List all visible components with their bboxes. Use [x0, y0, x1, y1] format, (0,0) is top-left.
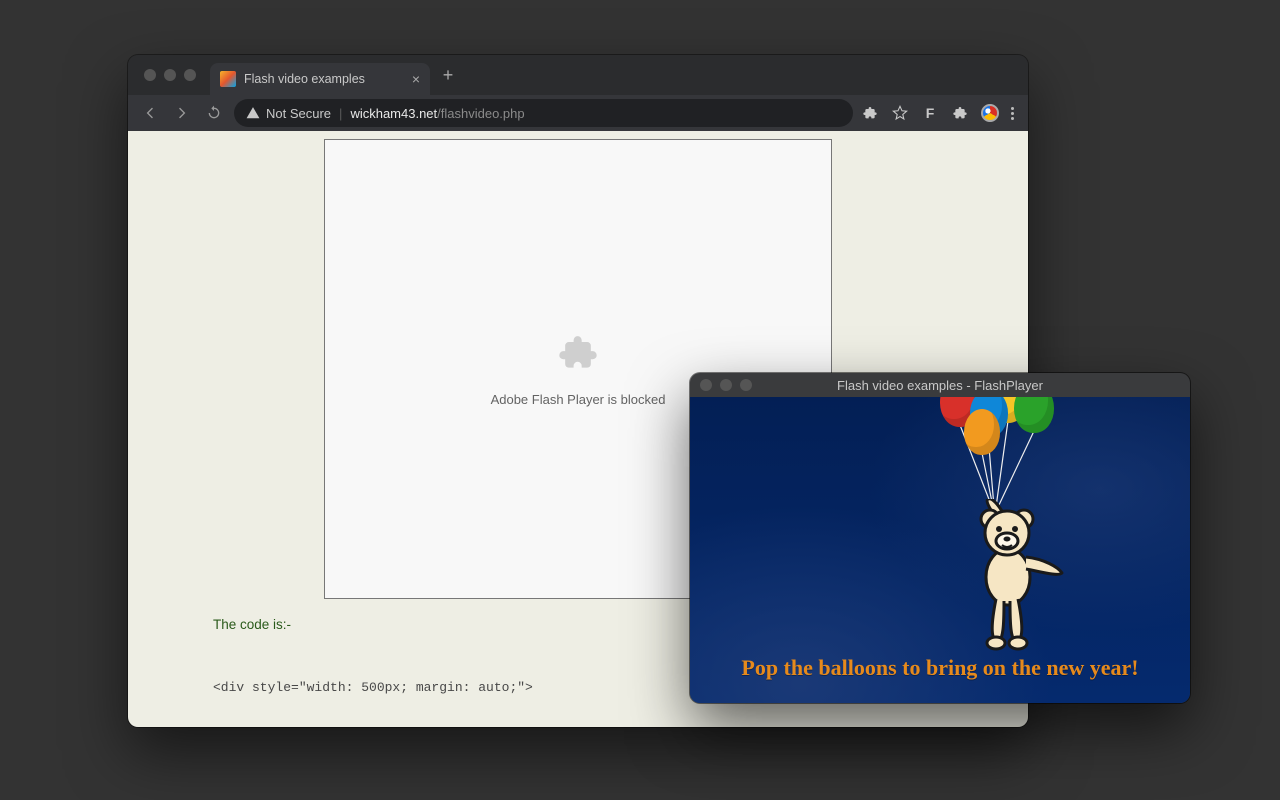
url-domain: wickham43.net: [350, 106, 437, 121]
zoom-window-icon[interactable]: [184, 69, 196, 81]
bear-icon: [960, 499, 1070, 659]
flashplayer-title: Flash video examples - FlashPlayer: [690, 378, 1190, 393]
flash-blocked-text: Adobe Flash Player is blocked: [491, 392, 666, 407]
arrow-left-icon: [142, 105, 158, 121]
balloon-bear-scene: [922, 397, 1082, 687]
code-line: <div style="width: 500px; margin: auto;"…: [213, 679, 689, 696]
extension-puzzle-icon[interactable]: [861, 104, 879, 122]
tab-close-icon[interactable]: ×: [412, 71, 420, 87]
plugin-puzzle-icon: [556, 331, 600, 378]
minimize-window-icon[interactable]: [720, 379, 732, 391]
balloon-orange-icon[interactable]: [964, 409, 1000, 455]
code-block: <div style="width: 500px; margin: auto;"…: [213, 645, 689, 727]
close-window-icon[interactable]: [144, 69, 156, 81]
extension-f-icon[interactable]: F: [921, 104, 939, 122]
url-path: /flashvideo.php: [437, 106, 524, 121]
extension-icons: F: [861, 104, 1018, 122]
separator: |: [339, 106, 342, 121]
forward-button[interactable]: [170, 101, 194, 125]
flashplayer-window: Flash video examples - FlashPlayer: [690, 373, 1190, 703]
security-text: Not Secure: [266, 106, 331, 121]
toolbar: Not Secure | wickham43.net/flashvideo.ph…: [128, 95, 1028, 131]
window-controls[interactable]: [700, 379, 752, 391]
tab-favicon-icon: [220, 71, 236, 87]
bookmark-star-icon[interactable]: [891, 104, 909, 122]
new-tab-button[interactable]: +: [434, 61, 462, 89]
tabstrip: Flash video examples × +: [128, 55, 1028, 95]
arrow-right-icon: [174, 105, 190, 121]
browser-tab[interactable]: Flash video examples ×: [210, 63, 430, 95]
minimize-window-icon[interactable]: [164, 69, 176, 81]
warning-icon: [246, 106, 260, 120]
address-bar[interactable]: Not Secure | wickham43.net/flashvideo.ph…: [234, 99, 853, 127]
extensions-menu-icon[interactable]: [951, 104, 969, 122]
flash-content[interactable]: Pop the balloons to bring on the new yea…: [690, 397, 1190, 703]
back-button[interactable]: [138, 101, 162, 125]
zoom-window-icon[interactable]: [740, 379, 752, 391]
flashplayer-titlebar[interactable]: Flash video examples - FlashPlayer: [690, 373, 1190, 397]
chrome-menu-button[interactable]: [1011, 107, 1014, 120]
security-indicator[interactable]: Not Secure: [246, 106, 331, 121]
code-label: The code is:-: [213, 617, 291, 632]
close-window-icon[interactable]: [700, 379, 712, 391]
reload-button[interactable]: [202, 101, 226, 125]
window-controls[interactable]: [144, 69, 196, 81]
reload-icon: [206, 105, 222, 121]
tab-title: Flash video examples: [244, 72, 404, 86]
flash-caption: Pop the balloons to bring on the new yea…: [690, 655, 1190, 681]
profile-avatar-icon[interactable]: [981, 104, 999, 122]
